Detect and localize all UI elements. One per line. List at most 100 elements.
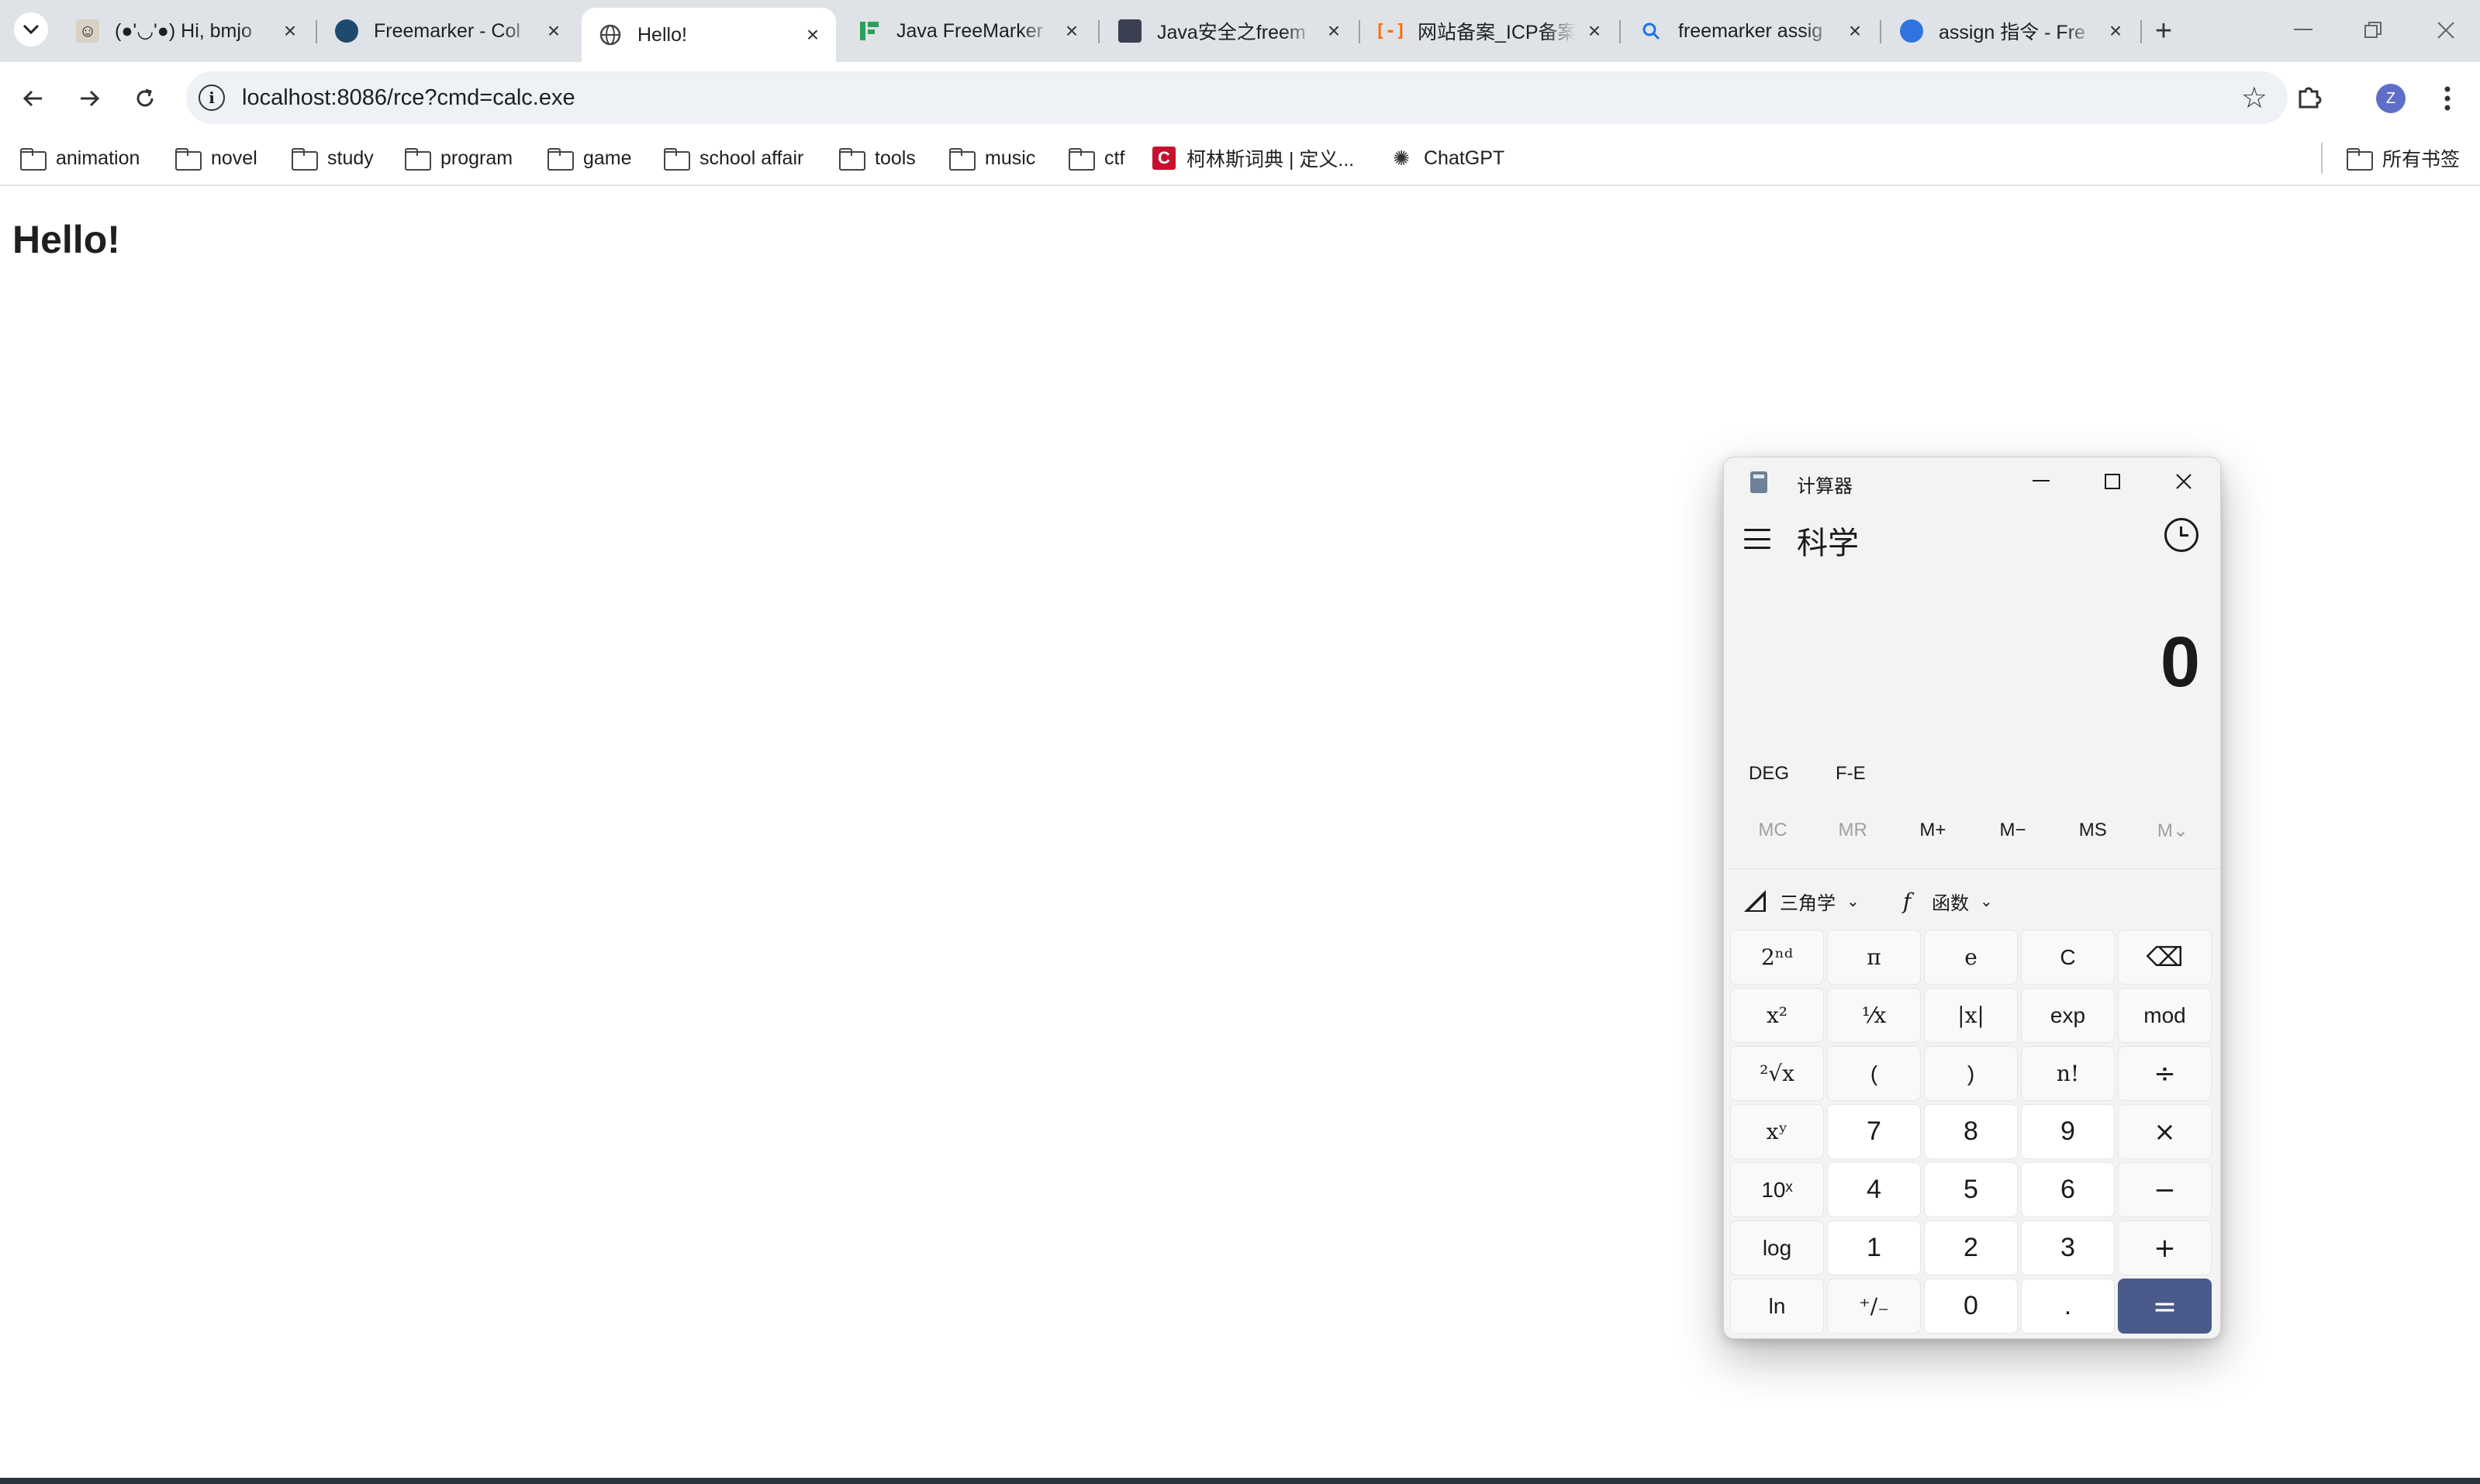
history-icon[interactable]: [2164, 518, 2198, 552]
power-key[interactable]: xʸ: [1730, 1104, 1824, 1159]
pi-key[interactable]: π: [1827, 930, 1921, 985]
calc-close-button[interactable]: [2163, 465, 2205, 498]
memory-list-button[interactable]: M⌄: [2138, 811, 2208, 850]
digit-6-key[interactable]: 6: [2021, 1162, 2115, 1217]
back-button[interactable]: [14, 79, 53, 118]
digit-9-key[interactable]: 9: [2021, 1104, 2115, 1159]
subtract-key[interactable]: −: [2118, 1162, 2212, 1217]
decimal-key[interactable]: .: [2021, 1279, 2115, 1334]
close-icon[interactable]: ×: [1061, 19, 1083, 43]
memory-add-button[interactable]: M+: [1898, 811, 1967, 850]
close-paren-key[interactable]: ): [1924, 1046, 2018, 1101]
bookmark-folder-study[interactable]: study: [292, 141, 374, 175]
negate-key[interactable]: ⁺∕₋: [1827, 1279, 1921, 1334]
tab-7[interactable]: freemarker assig ×: [1622, 9, 1878, 53]
tab-4[interactable]: Java FreeMarker ×: [841, 9, 1095, 53]
forward-button[interactable]: [70, 79, 109, 118]
search-icon: [1639, 19, 1663, 43]
bookmark-folder-game[interactable]: game: [547, 141, 632, 175]
extensions-button[interactable]: [2289, 78, 2328, 116]
tab-6[interactable]: [-] 网站备案_ICP备案 ×: [1362, 9, 1618, 53]
bookmark-folder-animation[interactable]: animation: [20, 141, 140, 175]
tab-8[interactable]: assign 指令 - Fre ×: [1883, 9, 2139, 53]
log-key[interactable]: log: [1730, 1220, 1824, 1275]
url-text[interactable]: localhost:8086/rce?cmd=calc.exe: [242, 85, 575, 111]
minimize-button[interactable]: [2280, 11, 2326, 50]
add-key[interactable]: +: [2118, 1220, 2212, 1275]
avatar-icon: [1118, 19, 1142, 43]
bookmark-folder-novel[interactable]: novel: [175, 141, 257, 175]
clear-key[interactable]: C: [2021, 930, 2115, 985]
function-dropdown[interactable]: f 函数 ⌄: [1895, 880, 1993, 922]
memory-recall-button[interactable]: MR: [1818, 811, 1888, 850]
open-paren-key[interactable]: (: [1827, 1046, 1921, 1101]
trigonometry-dropdown[interactable]: 三角学 ⌄: [1743, 880, 1860, 922]
digit-8-key[interactable]: 8: [1924, 1104, 2018, 1159]
close-icon[interactable]: ×: [279, 19, 301, 43]
backspace-key[interactable]: ⌫: [2118, 930, 2212, 985]
hamburger-menu-icon[interactable]: [1744, 529, 1770, 549]
digit-7-key[interactable]: 7: [1827, 1104, 1921, 1159]
digit-5-key[interactable]: 5: [1924, 1162, 2018, 1217]
bookmarks-divider: [2321, 143, 2323, 174]
mod-key[interactable]: mod: [2118, 988, 2212, 1043]
tab-2[interactable]: Freemarker - Col ×: [318, 9, 577, 53]
absolute-key[interactable]: |x|: [1924, 988, 2018, 1043]
tab-1[interactable]: ☺ (●'◡'●) Hi, bmjo ×: [59, 9, 313, 53]
calculator-titlebar[interactable]: 计算器: [1724, 457, 2220, 504]
equals-key[interactable]: =: [2118, 1279, 2212, 1334]
digit-3-key[interactable]: 3: [2021, 1220, 2115, 1275]
reciprocal-key[interactable]: ⅟x: [1827, 988, 1921, 1043]
bookmark-folder-program[interactable]: program: [405, 141, 513, 175]
close-icon[interactable]: ×: [1844, 19, 1866, 43]
calc-maximize-button[interactable]: [2091, 465, 2133, 498]
digit-4-key[interactable]: 4: [1827, 1162, 1921, 1217]
site-info-icon[interactable]: i: [199, 85, 225, 111]
exp-key[interactable]: exp: [2021, 988, 2115, 1043]
folder-icon: [2347, 148, 2373, 171]
digit-2-key[interactable]: 2: [1924, 1220, 2018, 1275]
tab-5[interactable]: Java安全之freem ×: [1101, 9, 1357, 53]
square-key[interactable]: x²: [1730, 988, 1824, 1043]
close-window-button[interactable]: [2423, 11, 2469, 50]
tab-search-button[interactable]: [14, 12, 48, 47]
close-icon[interactable]: ×: [1584, 19, 1605, 43]
restore-button[interactable]: [2350, 11, 2396, 50]
memory-subtract-button[interactable]: M−: [1978, 811, 2048, 850]
angle-unit-button[interactable]: DEG: [1749, 763, 1789, 785]
bookmark-folder-tools[interactable]: tools: [839, 141, 916, 175]
divide-key[interactable]: ÷: [2118, 1046, 2212, 1101]
close-icon[interactable]: ×: [802, 22, 824, 47]
bookmark-folder-music[interactable]: music: [949, 141, 1035, 175]
close-icon[interactable]: ×: [2105, 19, 2126, 43]
digit-1-key[interactable]: 1: [1827, 1220, 1921, 1275]
menu-button[interactable]: [2430, 79, 2464, 118]
address-bar[interactable]: i localhost:8086/rce?cmd=calc.exe ☆: [186, 71, 2288, 124]
bookmark-star-icon[interactable]: ☆: [2241, 81, 2268, 116]
bookmark-folder-ctf[interactable]: ctf: [1069, 141, 1124, 175]
square-root-key[interactable]: ²√x: [1730, 1046, 1824, 1101]
close-icon[interactable]: ×: [1323, 19, 1345, 43]
ten-power-key[interactable]: 10ˣ: [1730, 1162, 1824, 1217]
fe-toggle-button[interactable]: F-E: [1836, 763, 1866, 785]
memory-clear-button[interactable]: MC: [1738, 811, 1808, 850]
folder-icon: [664, 148, 690, 171]
factorial-key[interactable]: n!: [2021, 1046, 2115, 1101]
profile-avatar[interactable]: Z: [2376, 84, 2406, 113]
multiply-key[interactable]: ×: [2118, 1104, 2212, 1159]
bookmark-chatgpt[interactable]: ✺ ChatGPT: [1390, 141, 1504, 175]
second-function-key[interactable]: 2ⁿᵈ: [1730, 930, 1824, 985]
calc-minimize-button[interactable]: [2020, 465, 2062, 498]
globe-icon: [599, 23, 622, 47]
all-bookmarks-folder[interactable]: 所有书签: [2347, 141, 2460, 175]
digit-0-key[interactable]: 0: [1924, 1279, 2018, 1334]
reload-button[interactable]: [126, 79, 164, 118]
close-icon[interactable]: ×: [543, 19, 565, 43]
bookmark-folder-school-affair[interactable]: school affair: [664, 141, 803, 175]
euler-key[interactable]: e: [1924, 930, 2018, 985]
new-tab-button[interactable]: +: [2147, 14, 2181, 48]
ln-key[interactable]: ln: [1730, 1279, 1824, 1334]
bookmark-collins[interactable]: C 柯林斯词典 | 定义...: [1152, 141, 1354, 175]
tab-3-active[interactable]: Hello! ×: [582, 8, 836, 62]
memory-store-button[interactable]: MS: [2058, 811, 2128, 850]
